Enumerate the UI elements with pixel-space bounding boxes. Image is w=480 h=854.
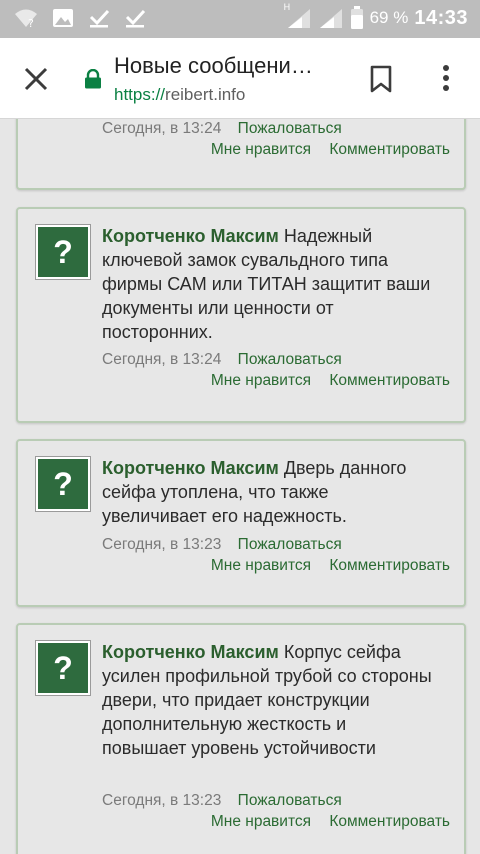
post: ? Коротченко Максим Надежный ключевой за…	[16, 207, 466, 423]
status-bar: ? H 69 % 14:33	[0, 0, 480, 38]
avatar[interactable]: ?	[35, 640, 91, 696]
posts-feed[interactable]: Сегодня, в 13:24 Пожаловаться Мне нравит…	[0, 119, 480, 854]
download-done-icon	[88, 8, 110, 28]
clock: 14:33	[414, 6, 468, 29]
post-time: Сегодня, в 13:23	[102, 536, 222, 553]
page-title: Новые сообщени…	[114, 53, 313, 78]
post-time: Сегодня, в 13:23	[102, 792, 222, 809]
report-link[interactable]: Пожаловаться	[238, 792, 342, 809]
status-bar-system: H 69 % 14:33	[284, 2, 468, 30]
author-link[interactable]: Коротченко Максим	[102, 458, 279, 478]
close-icon[interactable]	[20, 63, 52, 95]
comment-link[interactable]: Комментировать	[329, 372, 450, 389]
like-link[interactable]: Мне нравится	[211, 141, 311, 158]
like-link[interactable]: Мне нравится	[211, 372, 311, 389]
post-actions: Мне нравится Комментировать	[211, 557, 450, 575]
post-actions: Мне нравится Комментировать	[211, 813, 450, 831]
page-url[interactable]: https://reibert.info	[114, 85, 245, 105]
post-time: Сегодня, в 13:24	[102, 351, 222, 368]
status-bar-notifications: ?	[14, 8, 146, 28]
post-meta: Сегодня, в 13:24 Пожаловаться	[102, 120, 342, 138]
author-link[interactable]: Коротченко Максим	[102, 226, 279, 246]
like-link[interactable]: Мне нравится	[211, 557, 311, 574]
post-body: Коротченко Максим Дверь данного сейфа ут…	[102, 456, 434, 528]
signal-icon	[318, 7, 344, 29]
url-host: reibert.info	[165, 85, 246, 104]
network-label: H	[283, 2, 291, 12]
comment-link[interactable]: Комментировать	[329, 557, 450, 574]
post-body: Коротченко Максим Надежный ключевой замо…	[102, 224, 434, 344]
signal-h-icon: H	[284, 2, 312, 29]
report-link[interactable]: Пожаловаться	[238, 351, 342, 368]
gallery-icon	[52, 8, 74, 28]
svg-text:?: ?	[28, 17, 34, 28]
battery-percent: 69 %	[369, 8, 409, 27]
comment-link[interactable]: Комментировать	[329, 141, 450, 158]
post-meta: Сегодня, в 13:23 Пожаловаться	[102, 792, 342, 810]
bookmark-icon[interactable]	[368, 64, 394, 99]
post: ? Коротченко Максим Дверь данного сейфа …	[16, 439, 466, 607]
url-scheme: https://	[114, 85, 166, 104]
avatar[interactable]: ?	[35, 224, 91, 280]
post-meta: Сегодня, в 13:24 Пожаловаться	[102, 351, 342, 369]
comment-link[interactable]: Комментировать	[329, 813, 450, 830]
post-meta: Сегодня, в 13:23 Пожаловаться	[102, 536, 342, 554]
lock-icon	[84, 68, 102, 94]
author-link[interactable]: Коротченко Максим	[102, 642, 279, 662]
battery-icon	[350, 6, 364, 30]
post-time: Сегодня, в 13:24	[102, 120, 222, 137]
avatar[interactable]: ?	[35, 456, 91, 512]
post: ? Коротченко Максим Корпус сейфа усилен …	[16, 623, 466, 854]
browser-toolbar: Новые сообщени… https://reibert.info	[0, 38, 480, 119]
download-done-icon-2	[124, 8, 146, 28]
more-menu-icon[interactable]	[434, 64, 458, 99]
report-link[interactable]: Пожаловаться	[238, 536, 342, 553]
post-actions: Мне нравится Комментировать	[211, 372, 450, 390]
post-body: Коротченко Максим Корпус сейфа усилен пр…	[102, 640, 434, 760]
report-link[interactable]: Пожаловаться	[238, 120, 342, 137]
post-actions: Мне нравится Комментировать	[211, 141, 450, 159]
wifi-unknown-icon: ?	[14, 8, 38, 28]
like-link[interactable]: Мне нравится	[211, 813, 311, 830]
post: Сегодня, в 13:24 Пожаловаться Мне нравит…	[16, 119, 466, 190]
